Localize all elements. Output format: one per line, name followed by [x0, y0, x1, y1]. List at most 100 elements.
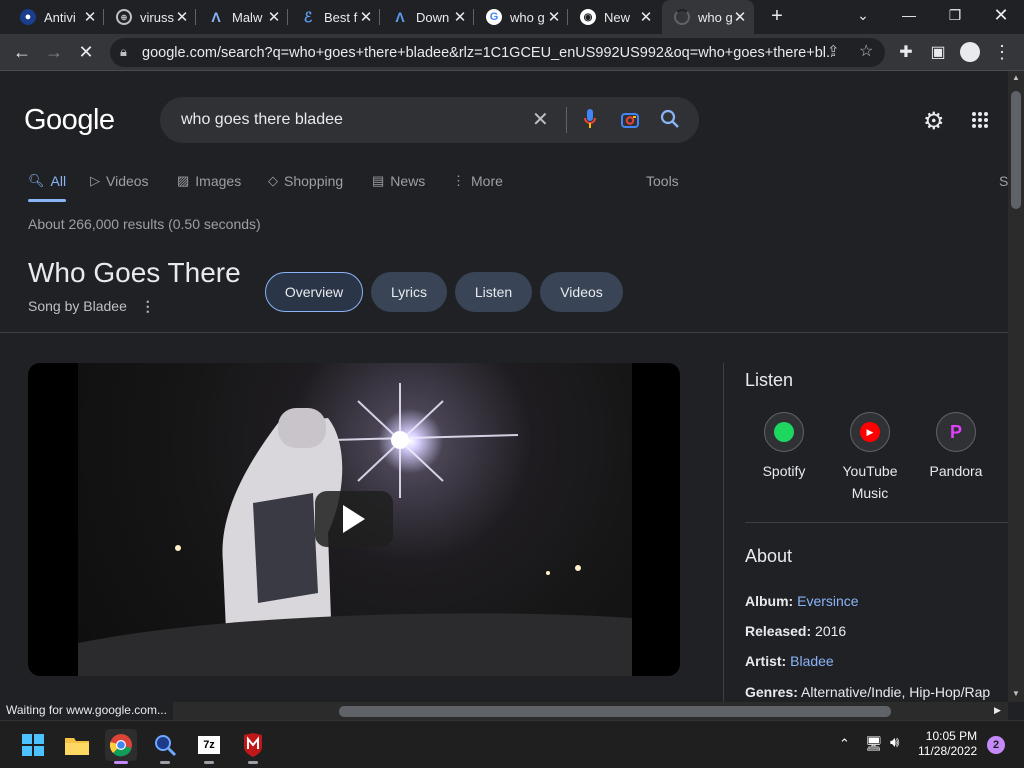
tab-news[interactable]: ▤ News — [372, 173, 425, 189]
tab-all[interactable]: 🔍︎ All — [28, 173, 66, 189]
file-explorer-icon[interactable] — [61, 729, 93, 761]
fact-genres: Genres: Alternative/Indie, Hip-Hop/Rap — [745, 684, 990, 700]
artist-link[interactable]: Bladee — [790, 653, 834, 669]
network-icon[interactable]: 🖥︎ — [865, 735, 883, 752]
minimize-button[interactable]: — — [886, 0, 932, 30]
tab-8-active[interactable]: who g ✕ — [662, 0, 754, 34]
chrome-icon[interactable] — [105, 729, 137, 764]
clear-search-icon[interactable]: ✕ — [532, 107, 549, 132]
apps-grid-icon[interactable] — [971, 111, 989, 134]
close-tab-icon[interactable]: ✕ — [638, 8, 654, 26]
magnifier-app-icon[interactable] — [149, 729, 181, 764]
tab-4[interactable]: ℰ Best f ✕ — [288, 0, 380, 34]
tab-videos[interactable]: ▷ Videos — [90, 173, 149, 189]
volume-icon[interactable]: 🔊︎ — [890, 734, 899, 751]
chip-listen[interactable]: Listen — [455, 272, 532, 312]
more-options-icon[interactable]: ⋮ — [141, 298, 155, 314]
about-heading: About — [745, 546, 793, 566]
fact-label: Album: — [745, 593, 794, 609]
back-button[interactable]: ← — [8, 38, 36, 66]
tab-all-label: All — [50, 173, 67, 189]
stop-loading-button[interactable]: ✕ — [72, 38, 100, 66]
close-tab-icon[interactable]: ✕ — [266, 8, 282, 26]
tab-6[interactable]: G who g ✕ — [474, 0, 568, 34]
url-text[interactable]: google.com/search?q=who+goes+there+blade… — [142, 45, 832, 61]
chip-overview[interactable]: Overview — [265, 272, 363, 312]
video-player[interactable] — [28, 363, 680, 676]
news-icon: ▤ — [372, 173, 385, 188]
close-tab-icon[interactable]: ✕ — [452, 8, 468, 26]
service-spotify[interactable]: Spotify — [744, 412, 824, 482]
result-stats: About 266,000 results (0.50 seconds) — [28, 216, 261, 232]
search-icon: 🔍︎ — [28, 173, 45, 188]
new-tab-button[interactable]: + — [764, 5, 790, 29]
settings-gear-icon[interactable]: ⚙ — [923, 107, 945, 136]
chip-label: Listen — [474, 284, 513, 300]
tools-button[interactable]: Tools — [646, 173, 679, 189]
forward-button[interactable]: → — [40, 38, 68, 66]
tab-images-label: Images — [195, 173, 242, 189]
voice-search-icon[interactable] — [584, 108, 596, 130]
chip-lyrics[interactable]: Lyrics — [371, 272, 447, 312]
vertical-scrollbar[interactable]: ▲ ▼ — [1008, 71, 1024, 702]
google-logo[interactable]: Google — [24, 104, 115, 137]
chip-videos[interactable]: Videos — [540, 272, 623, 312]
tab-search-button[interactable]: ⌄ — [840, 0, 886, 30]
tab-2[interactable]: ⊕ viruss ✕ — [104, 0, 196, 34]
close-tab-icon[interactable]: ✕ — [358, 8, 374, 26]
pandora-icon: P — [936, 412, 976, 452]
tab-1[interactable]: ● Antivi ✕ — [8, 0, 104, 34]
close-tab-icon[interactable]: ✕ — [732, 8, 748, 26]
close-window-button[interactable]: ✕ — [978, 0, 1024, 30]
vertical-scroll-thumb[interactable] — [1011, 91, 1021, 209]
chrome-menu-icon[interactable]: ⋮ — [988, 38, 1016, 66]
side-panel-icon[interactable]: ▣ — [924, 38, 952, 66]
tab-more[interactable]: ⋮ More — [452, 173, 503, 189]
7zip-icon[interactable]: 7z — [193, 729, 225, 764]
close-tab-icon[interactable]: ✕ — [174, 8, 190, 26]
extensions-icon[interactable]: ✚ — [892, 38, 920, 66]
address-bar[interactable]: 🔒︎ google.com/search?q=who+goes+there+bl… — [110, 38, 885, 67]
search-icon[interactable] — [660, 109, 680, 134]
scroll-down-arrow[interactable]: ▼ — [1012, 689, 1020, 698]
tab-images[interactable]: ▨ Images — [177, 173, 241, 189]
more-vert-icon: ⋮ — [452, 173, 465, 188]
tab-news-label: News — [390, 173, 426, 189]
tab-3[interactable]: Λ Malw ✕ — [196, 0, 288, 34]
tab-shopping-label: Shopping — [284, 173, 344, 189]
album-link[interactable]: Eversince — [797, 593, 858, 609]
search-input[interactable]: who goes there bladee — [181, 111, 343, 129]
share-icon[interactable]: ⇪ — [827, 42, 840, 60]
google-icon: G — [486, 9, 502, 25]
system-clock[interactable]: 10:05 PM 11/28/2022 — [918, 729, 977, 759]
safesearch-cut[interactable]: S — [999, 173, 1008, 189]
tab-title: viruss — [140, 9, 174, 25]
spotify-icon — [764, 412, 804, 452]
running-indicator — [248, 761, 258, 764]
scroll-right-arrow[interactable]: ▶ — [994, 705, 1001, 716]
play-button[interactable] — [315, 491, 393, 547]
horizontal-scroll-thumb[interactable] — [339, 706, 891, 717]
service-youtube-music[interactable]: ▶ YouTube Music — [830, 412, 910, 504]
chip-label: Videos — [560, 284, 603, 300]
close-tab-icon[interactable]: ✕ — [82, 8, 98, 26]
fact-album: Album: Eversince — [745, 593, 859, 609]
service-label: YouTube Music — [842, 463, 898, 501]
tab-5[interactable]: Λ Down ✕ — [380, 0, 474, 34]
lens-camera-icon[interactable] — [620, 110, 640, 135]
bookmark-star-icon[interactable]: ☆ — [859, 41, 873, 61]
mcafee-icon[interactable] — [237, 729, 269, 764]
windows-start-icon[interactable] — [17, 729, 49, 761]
lock-icon[interactable]: 🔒︎ — [120, 44, 127, 60]
tab-shopping[interactable]: ◇ Shopping — [268, 173, 343, 189]
tab-7[interactable]: ◉ New ✕ — [568, 0, 660, 34]
profile-avatar[interactable] — [956, 38, 984, 66]
search-box[interactable]: who goes there bladee ✕ — [160, 97, 699, 143]
restore-button[interactable]: ❐ — [932, 0, 978, 30]
notification-badge[interactable]: 2 — [987, 736, 1005, 754]
safesearch-label: S — [999, 173, 1008, 189]
close-tab-icon[interactable]: ✕ — [546, 8, 562, 26]
scroll-up-arrow[interactable]: ▲ — [1012, 73, 1020, 82]
show-hidden-icons-chevron-icon[interactable]: ⌃ — [839, 736, 850, 752]
service-pandora[interactable]: P Pandora — [916, 412, 996, 482]
